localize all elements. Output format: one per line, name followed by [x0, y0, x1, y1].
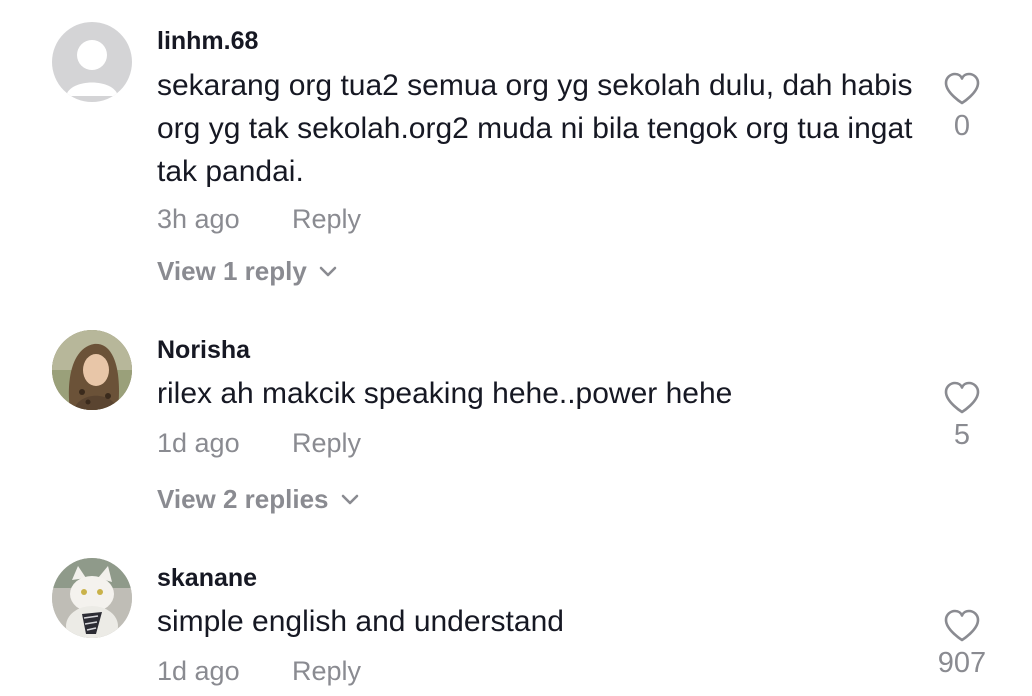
- avatar[interactable]: [52, 558, 132, 638]
- comment-text: simple english and understand: [157, 605, 564, 638]
- comment-meta: 1d ago Reply: [157, 428, 361, 459]
- reply-button[interactable]: Reply: [292, 204, 361, 235]
- chevron-down-icon: [341, 494, 359, 506]
- view-replies-button[interactable]: View 2 replies: [157, 484, 359, 515]
- cat-photo-avatar: [52, 558, 132, 638]
- comment-meta: 1d ago Reply: [157, 656, 361, 687]
- comment-username[interactable]: skanane: [157, 564, 257, 593]
- comment-text: rilex ah makcik speaking hehe..power heh…: [157, 377, 733, 410]
- like-group: 907: [926, 609, 998, 680]
- comment-text: sekarang org tua2 semua org yg sekolah d…: [157, 69, 913, 188]
- like-group: 0: [926, 72, 998, 143]
- comment-timestamp: 1d ago: [157, 656, 240, 686]
- view-replies-button[interactable]: View 1 reply: [157, 256, 337, 287]
- comment-meta: 3h ago Reply: [157, 204, 361, 235]
- like-group: 5: [926, 381, 998, 452]
- like-count: 0: [953, 110, 971, 142]
- avatar[interactable]: [52, 22, 132, 102]
- heart-icon[interactable]: [943, 72, 981, 106]
- comment-username[interactable]: linhm.68: [157, 27, 258, 56]
- default-avatar-icon: [66, 40, 118, 96]
- chevron-down-icon: [319, 266, 337, 278]
- comment-username[interactable]: Norisha: [157, 336, 250, 365]
- comment-timestamp: 1d ago: [157, 428, 240, 458]
- view-replies-label: View 1 reply: [157, 256, 307, 286]
- comment-timestamp: 3h ago: [157, 204, 240, 234]
- reply-button[interactable]: Reply: [292, 428, 361, 459]
- like-count: 907: [937, 647, 987, 679]
- view-replies-label: View 2 replies: [157, 484, 329, 514]
- user-photo-avatar: [52, 330, 132, 410]
- heart-icon[interactable]: [943, 609, 981, 643]
- reply-button[interactable]: Reply: [292, 656, 361, 687]
- heart-icon[interactable]: [943, 381, 981, 415]
- avatar[interactable]: [52, 330, 132, 410]
- like-count: 5: [953, 419, 971, 451]
